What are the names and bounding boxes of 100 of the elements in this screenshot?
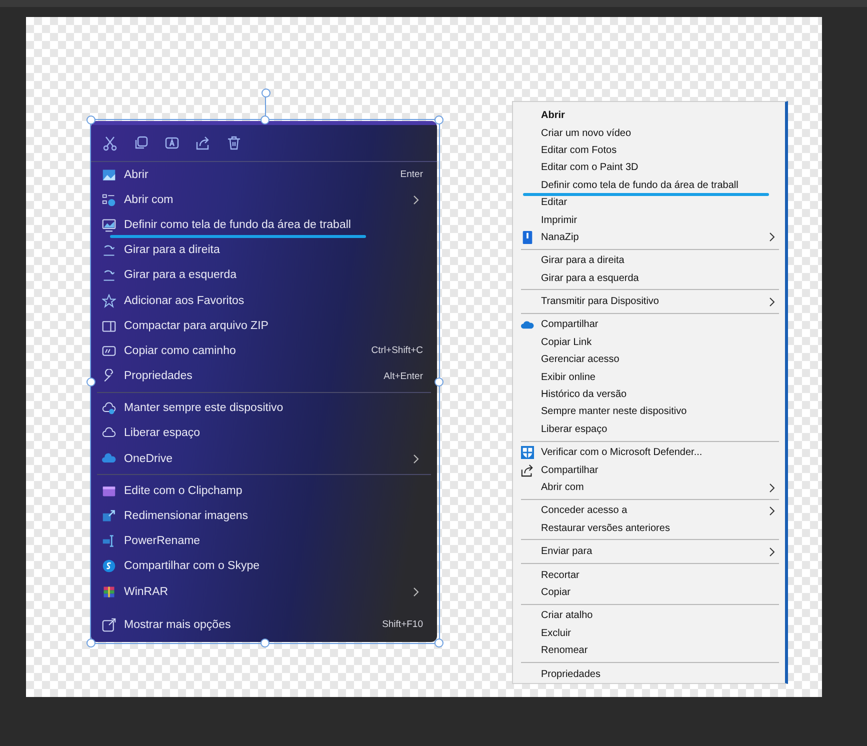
menu-item[interactable]: Compactar para arquivo ZIP [91,313,437,338]
menu-item-label: Conceder acesso a [541,505,628,516]
menu-item[interactable]: Criar atalho [513,607,785,625]
menu-item[interactable]: Liberar espaço [513,420,785,438]
menu-item-label: PowerRename [124,535,202,548]
resize-handle[interactable] [260,116,270,124]
menu-item[interactable]: Propriedades [513,665,785,683]
menu-item[interactable]: Sempre manter neste dispositivo [513,403,785,421]
rotate-right-icon [102,243,116,258]
menu-item[interactable]: Excluir [513,624,785,642]
menu-item-label: Compartilhar com o Skype [124,560,260,572]
resize-icon [102,509,116,524]
menu-item[interactable]: Compartilhar [513,316,785,334]
menu-item-label: Definir como tela de fundo da área de traball [124,218,425,231]
menu-item-label: Gerenciar acesso [541,354,620,366]
resize-handle[interactable] [434,377,444,386]
resize-handle[interactable] [86,638,96,648]
menu-item[interactable]: Verificar com o Microsoft Defender... [513,444,785,462]
path-icon [102,344,116,358]
menu-item-label: Copiar como caminho [124,344,237,357]
star-icon [102,294,116,308]
menu-item-label: Manter sempre este dispositivo [124,402,284,414]
menu-item-label: Imprimir [541,214,578,226]
menu-item-label: Mostrar mais opções [124,618,232,631]
menu-item[interactable]: Compartilhar com o Skype [91,554,437,579]
menu-item[interactable]: PowerRename [91,528,437,554]
menu-item-label: Exibir online [541,372,596,383]
menu-item[interactable]: Imprimir [513,211,785,229]
menu-item[interactable]: Transmitir para Dispositivo [513,292,785,310]
menu-item[interactable]: Editar [513,194,785,212]
shortcut-text: Alt+Enter [384,370,423,382]
menu-item[interactable]: Renomear [513,642,785,660]
menu-item[interactable]: Recortar [513,566,785,584]
menu-item-label: Editar [541,197,568,208]
menu-item-label: Histórico da versão [541,389,628,400]
menu-item[interactable]: Editar com o Paint 3D [513,159,785,177]
menu-item-label: Abrir [124,168,150,181]
monitor-icon [102,218,116,232]
menu-item-label: Restaurar versões anteriores [541,522,671,534]
menu-item[interactable]: Abrir Enter [91,162,437,188]
menu-item[interactable]: Enviar para [513,542,785,560]
app-list-icon [102,192,116,207]
menu-item[interactable]: Restaurar versões anteriores [513,520,785,537]
resize-handle[interactable] [86,116,96,124]
menu-item[interactable]: Criar um novo vídeo [513,124,785,142]
menu-item[interactable]: Definir como tela de fundo da área de traball [91,212,437,238]
menu-item[interactable]: Conceder acesso a [513,502,785,520]
menu-item[interactable]: NanaZip [513,228,785,246]
menu-item[interactable]: Copiar Link [513,334,785,352]
menu-item-label: Compartilhar [541,464,600,476]
menu-item-label: Girar para a direita [541,255,626,266]
menu-item[interactable]: WinRAR [91,579,437,604]
menu-item[interactable]: Gerenciar acesso [513,351,785,368]
menu-item[interactable]: Liberar espaço [91,420,437,446]
menu-item-label: Girar para a esquerda [541,272,640,284]
rotation-handle[interactable] [261,88,270,98]
menu-item[interactable]: Histórico da versão [513,386,785,404]
menu-item[interactable]: Manter sempre este dispositivo [91,396,437,421]
menu-item[interactable]: Propriedades Alt+Enter [91,364,437,389]
menu-item[interactable]: Girar para a esquerda [91,262,437,288]
rename-icon[interactable] [164,135,180,151]
menu-item[interactable]: Definir como tela de fundo da área de traball [513,176,785,194]
menu-item-label: Edite com o Clipchamp [124,484,244,497]
copy-icon[interactable] [133,135,149,151]
menu-item[interactable]: Copiar [513,584,785,602]
shortcut-text: Enter [400,169,423,180]
menu-item[interactable]: OneDrive [91,446,437,472]
menu-item[interactable]: Exibir online [513,368,785,386]
share-icon[interactable] [195,135,211,151]
menu-item[interactable]: Girar para a esquerda [513,270,785,287]
archive-icon [102,584,116,599]
menu-item[interactable]: Adicionar aos Favoritos [91,288,437,314]
menu-item-label: Renomear [541,645,589,656]
menu-item-label: Recortar [541,570,580,581]
menu-item-label: WinRAR [124,586,170,598]
cut-icon[interactable] [102,135,118,151]
menu-item[interactable]: Abrir com [513,478,785,496]
menu-item[interactable]: Edite com o Clipchamp [91,478,437,504]
menu-item[interactable]: Compartilhar [513,461,785,479]
menu-item[interactable]: Abrir com [91,187,437,212]
menu-item[interactable]: Mostrar mais opções Shift+F10 [91,612,437,638]
menu-item-label: Girar para a esquerda [124,269,238,282]
trash-icon[interactable] [226,135,242,151]
menu-item-label: Copiar Link [541,336,593,348]
menu-item[interactable]: Abrir [513,107,785,124]
menu-item-label: Propriedades [541,668,602,680]
menu-item-label: OneDrive [124,452,174,465]
share-icon [521,464,534,477]
resize-handle[interactable] [86,377,96,386]
menu-item[interactable]: Redimensionar imagens [91,503,437,529]
rotate-left-icon [102,268,116,282]
menu-item[interactable]: Copiar como caminho Ctrl+Shift+C [91,338,437,364]
resize-handle[interactable] [434,638,444,648]
menu-item[interactable]: Girar para a direita [513,252,785,270]
menu-item-label: Redimensionar imagens [124,510,250,522]
menu-item[interactable]: Girar para a direita [91,238,437,263]
resize-handle[interactable] [260,638,270,648]
resize-handle[interactable] [434,116,444,124]
archive-icon [521,230,534,244]
menu-item[interactable]: Editar com Fotos [513,142,785,160]
